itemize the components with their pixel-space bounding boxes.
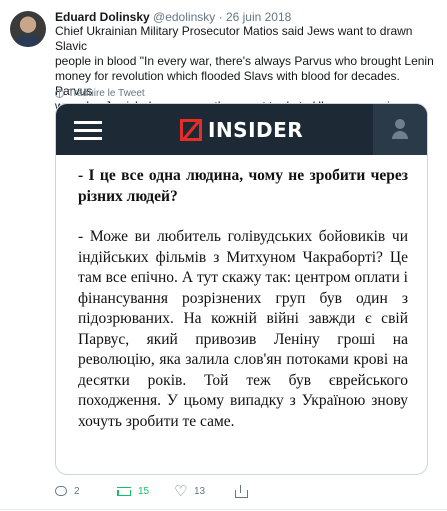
insider-logo: INSIDER [180, 118, 303, 142]
translate-label: Traduire le Tweet [68, 88, 145, 99]
tweet-date[interactable]: 26 juin 2018 [226, 10, 291, 24]
retweet-button[interactable]: 15 [117, 486, 175, 497]
retweet-icon [117, 486, 131, 496]
reply-count: 2 [74, 485, 80, 497]
author-name[interactable]: Eduard Dolinsky [55, 10, 150, 24]
article-answer: - Може ви любитель голівудських бойовикі… [78, 228, 408, 430]
separator: · [218, 10, 223, 24]
tweet-text-line: Chief Ukrainian Military Prosecutor Mati… [55, 24, 413, 53]
tweet-text: Chief Ukrainian Military Prosecutor Mati… [55, 24, 435, 114]
share-button[interactable] [235, 485, 248, 498]
hamburger-menu-icon [74, 121, 102, 140]
insider-logo-mark [180, 119, 202, 141]
user-button [373, 104, 427, 155]
tweet-header: Eduard Dolinsky @edolinsky · 26 juin 201… [55, 9, 291, 25]
insider-logo-text: INSIDER [208, 118, 304, 142]
article-question: - І це все одна людина, чому не зробити … [78, 167, 408, 205]
heart-icon [174, 482, 187, 500]
tweet-text-line: people in blood "In every war, there's a… [55, 54, 434, 68]
avatar[interactable] [10, 11, 46, 47]
user-icon [392, 119, 408, 139]
tweet: Eduard Dolinsky @edolinsky · 26 juin 201… [0, 0, 447, 511]
translate-link[interactable]: Traduire le Tweet [55, 88, 145, 99]
like-count: 13 [194, 485, 206, 497]
globe-icon [55, 89, 64, 98]
avatar-shirt [16, 35, 40, 47]
insider-navbar: INSIDER [56, 104, 427, 155]
reply-icon [55, 486, 67, 496]
tweet-actions: 2 15 13 [55, 482, 248, 500]
tweet-image[interactable]: INSIDER - І це все одна людина, чому не … [55, 103, 428, 475]
share-icon [235, 485, 248, 498]
divider [0, 509, 447, 510]
reply-button[interactable]: 2 [55, 486, 117, 497]
author-handle[interactable]: @edolinsky [153, 10, 215, 24]
like-button[interactable]: 13 [174, 482, 235, 500]
article-text: - І це все одна людина, чому не зробити … [78, 166, 408, 432]
retweet-count: 15 [138, 485, 150, 497]
